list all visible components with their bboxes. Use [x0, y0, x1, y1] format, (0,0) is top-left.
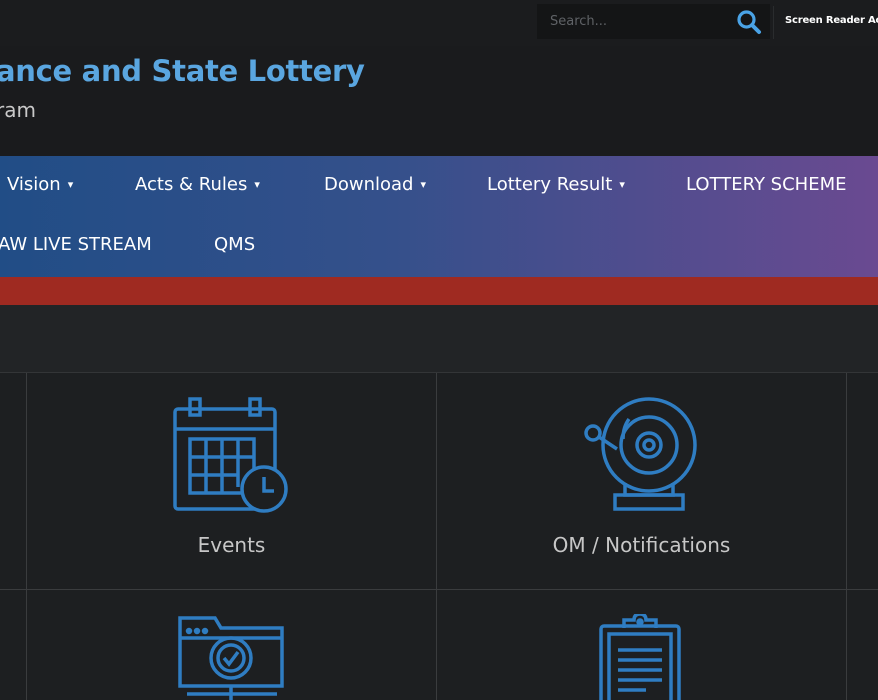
- nav-item-label: Lottery Result: [487, 174, 613, 195]
- tile-label: Events: [197, 533, 266, 557]
- nav-item-label: Download: [324, 174, 414, 195]
- site-title[interactable]: ance and State Lottery: [0, 54, 365, 88]
- section-band: [0, 305, 878, 373]
- chevron-down-icon: ▾: [420, 178, 427, 191]
- top-utility-bar: Screen Reader Acc: [0, 0, 878, 46]
- nav-item-label: AW LIVE STREAM: [0, 234, 152, 255]
- calendar-icon: [172, 397, 292, 517]
- alert-bar: [0, 277, 878, 305]
- nav-item-lottery-result[interactable]: Lottery Result ▾: [487, 174, 625, 195]
- chevron-down-icon: ▾: [254, 178, 260, 191]
- clipboard-icon: [598, 612, 684, 700]
- search-icon[interactable]: [735, 8, 763, 36]
- nav-item-qms[interactable]: QMS: [214, 234, 255, 255]
- nav-item-vision[interactable]: Vision ▾: [7, 174, 73, 195]
- tile-reports[interactable]: [437, 590, 846, 700]
- nav-item-label: LOTTERY SCHEME: [686, 174, 847, 195]
- nav-item-label: Acts & Rules: [135, 174, 248, 195]
- site-header: ance and State Lottery ram: [0, 46, 878, 156]
- nav-item-label: Vision: [7, 174, 61, 195]
- nav-item-label: QMS: [214, 234, 256, 255]
- screen-reader-access-link[interactable]: Screen Reader Acc: [785, 15, 878, 26]
- tile-events[interactable]: Events: [27, 373, 436, 589]
- bell-icon: [579, 395, 705, 519]
- folder-check-icon: [177, 614, 287, 700]
- chevron-down-icon: ▾: [67, 178, 74, 191]
- search-box: [537, 4, 770, 39]
- search-input[interactable]: [537, 4, 727, 39]
- nav-item-download[interactable]: Download ▾: [324, 174, 426, 195]
- tile-verification[interactable]: [27, 590, 436, 700]
- nav-item-acts-rules[interactable]: Acts & Rules ▾: [135, 174, 260, 195]
- nav-item-draw-live-stream[interactable]: AW LIVE STREAM: [0, 234, 152, 255]
- tile-notifications[interactable]: OM / Notifications: [437, 373, 846, 589]
- chevron-down-icon: ▾: [619, 178, 625, 191]
- grid-divider: [846, 373, 847, 700]
- main-nav: Vision ▾ Acts & Rules ▾ Download ▾ Lottery …: [0, 156, 878, 278]
- divider: [773, 6, 774, 39]
- nav-item-lottery-scheme[interactable]: LOTTERY SCHEME: [686, 174, 846, 195]
- site-subtitle: ram: [0, 98, 36, 122]
- tile-label: OM / Notifications: [552, 533, 731, 557]
